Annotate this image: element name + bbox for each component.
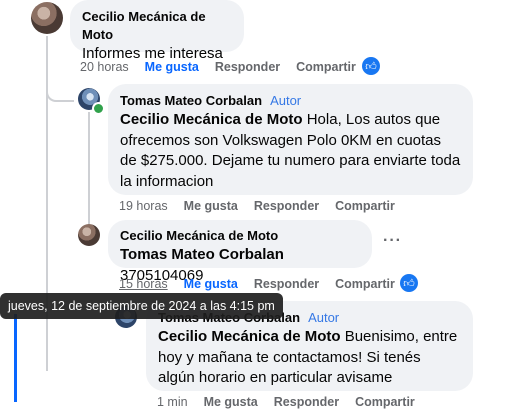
comment-time[interactable]: 15 horas bbox=[119, 277, 168, 291]
thumbs-up-icon[interactable]: 👍︎ bbox=[400, 274, 418, 292]
comment-bubble-2: Tomas Mateo Corbalan Autor Cecilio Mecáni… bbox=[108, 84, 473, 195]
reply-button[interactable]: Responder bbox=[254, 277, 319, 291]
comment-bubble-1: Cecilio Mecánica de Moto Informes me int… bbox=[70, 0, 244, 62]
comment-bubble-3: Cecilio Mecánica de Moto Tomas Mateo Cor… bbox=[108, 220, 372, 284]
timestamp-tooltip: jueves, 12 de septiembre de 2024 a las 4… bbox=[0, 293, 283, 319]
comment-actions-1: 20 horas Me gusta Responder Compartir bbox=[80, 60, 372, 74]
share-button[interactable]: Compartir bbox=[335, 277, 395, 291]
like-button[interactable]: Me gusta bbox=[184, 277, 238, 291]
reply-button[interactable]: Responder bbox=[215, 60, 280, 74]
share-button[interactable]: Compartir bbox=[355, 395, 415, 409]
share-button[interactable]: Compartir bbox=[296, 60, 356, 74]
author-badge: Autor bbox=[308, 310, 340, 325]
comment-text: Cecilio Mecánica de Moto Buenisimo, entr… bbox=[158, 327, 461, 389]
thumbs-up-icon[interactable]: 👍︎ bbox=[362, 57, 380, 75]
reply-button[interactable]: Responder bbox=[274, 395, 339, 409]
comment-time[interactable]: 19 horas bbox=[119, 199, 168, 213]
like-button[interactable]: Me gusta bbox=[145, 60, 199, 74]
author-badge: Autor bbox=[270, 93, 302, 108]
comment-author[interactable]: Cecilio Mecánica de Moto bbox=[120, 227, 360, 245]
comment-actions-2: 19 horas Me gusta Responder Compartir bbox=[119, 199, 411, 213]
mention-link[interactable]: Cecilio Mecánica de Moto bbox=[120, 111, 303, 128]
thread-elbow-1 bbox=[46, 78, 74, 102]
mention-link[interactable]: Tomas Mateo Corbalan bbox=[120, 246, 284, 263]
comment-actions-4: 1 min Me gusta Responder Compartir bbox=[157, 395, 431, 409]
comment-header: Tomas Mateo Corbalan Autor bbox=[120, 92, 461, 110]
share-button[interactable]: Compartir bbox=[335, 199, 395, 213]
mention-link[interactable]: Cecilio Mecánica de Moto bbox=[158, 328, 341, 345]
comment-actions-3: 15 horas Me gusta Responder Compartir bbox=[119, 277, 411, 291]
more-options-icon[interactable]: ··· bbox=[383, 232, 402, 250]
online-status-icon bbox=[92, 102, 105, 115]
like-button[interactable]: Me gusta bbox=[184, 199, 238, 213]
focus-marker bbox=[14, 314, 17, 402]
avatar-cecilio[interactable] bbox=[31, 2, 63, 34]
like-button[interactable]: Me gusta bbox=[204, 395, 258, 409]
comment-author[interactable]: Tomas Mateo Corbalan bbox=[120, 93, 262, 108]
comment-author[interactable]: Cecilio Mecánica de Moto bbox=[82, 8, 232, 44]
comment-time[interactable]: 20 horas bbox=[80, 60, 129, 74]
reply-button[interactable]: Responder bbox=[254, 199, 319, 213]
avatar-cecilio[interactable] bbox=[78, 224, 100, 246]
comment-text: Cecilio Mecánica de Moto Hola, Los autos… bbox=[120, 110, 461, 192]
comment-time[interactable]: 1 min bbox=[157, 395, 188, 409]
